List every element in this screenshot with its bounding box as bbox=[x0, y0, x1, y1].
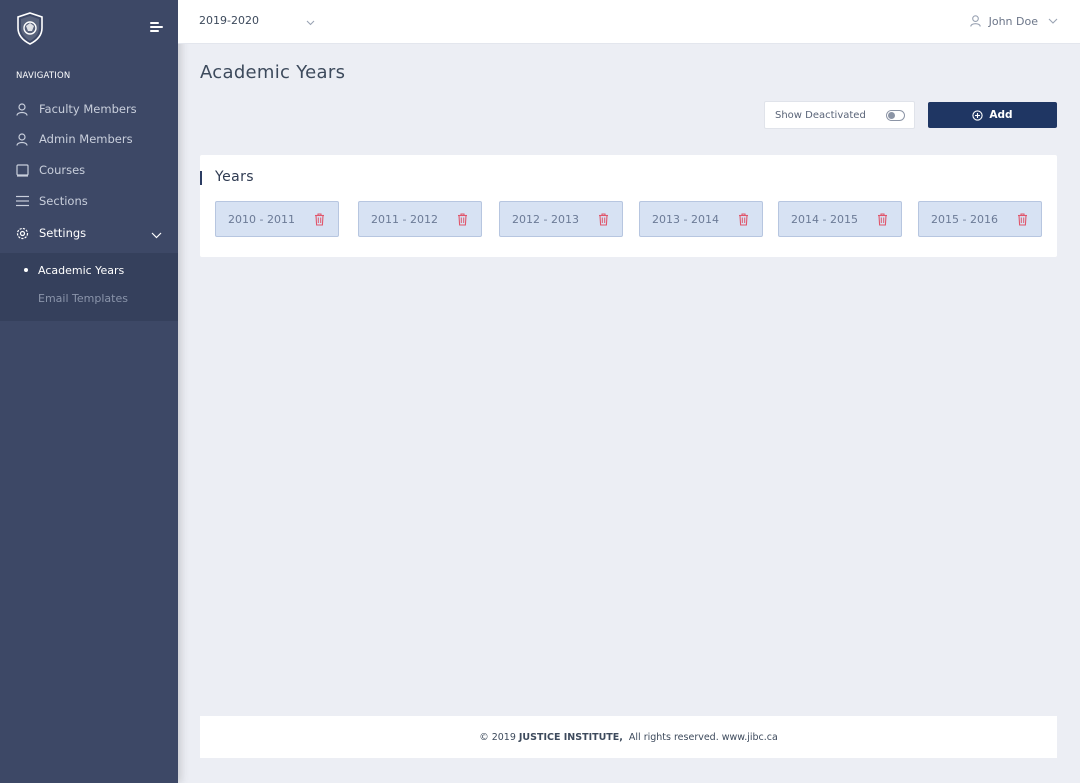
sidebar-item-faculty-members[interactable]: Faculty Members bbox=[0, 94, 178, 124]
chevron-down-icon bbox=[1048, 18, 1058, 24]
submenu-item-email-templates[interactable]: Email Templates bbox=[38, 292, 128, 305]
trash-icon[interactable] bbox=[877, 213, 888, 226]
trash-icon[interactable] bbox=[457, 213, 468, 226]
plus-circle-icon bbox=[972, 109, 984, 121]
sidebar-item-label: Settings bbox=[39, 226, 87, 240]
page-title: Academic Years bbox=[200, 62, 346, 83]
user-name: John Doe bbox=[988, 14, 1038, 28]
show-deactivated-toggle[interactable]: Show Deactivated bbox=[764, 101, 915, 129]
user-menu[interactable]: John Doe bbox=[969, 13, 1058, 29]
trash-icon[interactable] bbox=[738, 213, 749, 226]
year-chip-label: 2014 - 2015 bbox=[791, 212, 858, 226]
top-header: 2019-2020 John Doe bbox=[178, 0, 1080, 44]
year-chip[interactable]: 2014 - 2015 bbox=[778, 201, 902, 237]
footer-copyright: © 2019 bbox=[479, 731, 516, 743]
add-button-label: Add bbox=[989, 109, 1013, 121]
year-chip[interactable]: 2010 - 2011 bbox=[215, 201, 339, 237]
footer-rights: All rights reserved. www.jibc.ca bbox=[628, 731, 778, 743]
chevron-down-icon bbox=[306, 16, 315, 29]
list-icon bbox=[15, 194, 29, 208]
trash-icon[interactable] bbox=[598, 213, 609, 226]
sidebar-item-label: Sections bbox=[39, 194, 88, 208]
sidebar-item-label: Faculty Members bbox=[39, 102, 137, 116]
sidebar-item-label: Courses bbox=[39, 163, 86, 177]
sidebar-item-sections[interactable]: Sections bbox=[0, 186, 178, 216]
sidebar-item-settings[interactable]: Settings bbox=[0, 218, 178, 248]
year-chip[interactable]: 2011 - 2012 bbox=[358, 201, 482, 237]
submenu-item-academic-years[interactable]: Academic Years bbox=[38, 264, 124, 277]
year-chip[interactable]: 2012 - 2013 bbox=[499, 201, 623, 237]
nav-heading: NAVIGATION bbox=[16, 71, 71, 81]
trash-icon[interactable] bbox=[314, 213, 325, 226]
gear-icon bbox=[15, 226, 29, 240]
footer-org: JUSTICE INSTITUTE, bbox=[518, 731, 623, 743]
sidebar-item-courses[interactable]: Courses bbox=[0, 155, 178, 185]
book-icon bbox=[15, 163, 29, 177]
year-chip-label: 2010 - 2011 bbox=[228, 212, 295, 226]
year-chip-label: 2015 - 2016 bbox=[931, 212, 998, 226]
logo-shield-icon[interactable] bbox=[16, 12, 44, 45]
year-chip[interactable]: 2015 - 2016 bbox=[918, 201, 1042, 237]
year-chip[interactable]: 2013 - 2014 bbox=[639, 201, 763, 237]
sidebar: NAVIGATION Faculty Members Admin Members… bbox=[0, 0, 178, 783]
card-title: Years bbox=[215, 169, 254, 185]
trash-icon[interactable] bbox=[1017, 213, 1028, 226]
user-icon bbox=[15, 102, 29, 116]
card-accent bbox=[200, 171, 202, 185]
user-icon bbox=[969, 15, 981, 27]
year-chip-label: 2013 - 2014 bbox=[652, 212, 719, 226]
chevron-down-icon bbox=[151, 228, 162, 242]
active-dot-icon bbox=[24, 268, 28, 272]
show-deactivated-label: Show Deactivated bbox=[775, 109, 866, 121]
add-button[interactable]: Add bbox=[928, 102, 1057, 128]
year-chip-label: 2012 - 2013 bbox=[512, 212, 579, 226]
sidebar-item-label: Admin Members bbox=[39, 132, 133, 146]
toggle-switch[interactable] bbox=[886, 110, 905, 121]
footer: © 2019 JUSTICE INSTITUTE, All rights res… bbox=[200, 716, 1057, 758]
year-chip-label: 2011 - 2012 bbox=[371, 212, 438, 226]
years-card: Years 2010 - 2011 2011 - 2012 2012 - 2013 2… bbox=[200, 155, 1057, 257]
year-select-value: 2019-2020 bbox=[199, 14, 259, 27]
sidebar-item-admin-members[interactable]: Admin Members bbox=[0, 124, 178, 154]
user-icon bbox=[15, 132, 29, 146]
menu-toggle-icon[interactable] bbox=[150, 21, 164, 33]
academic-year-select[interactable]: 2019-2020 bbox=[199, 14, 317, 30]
